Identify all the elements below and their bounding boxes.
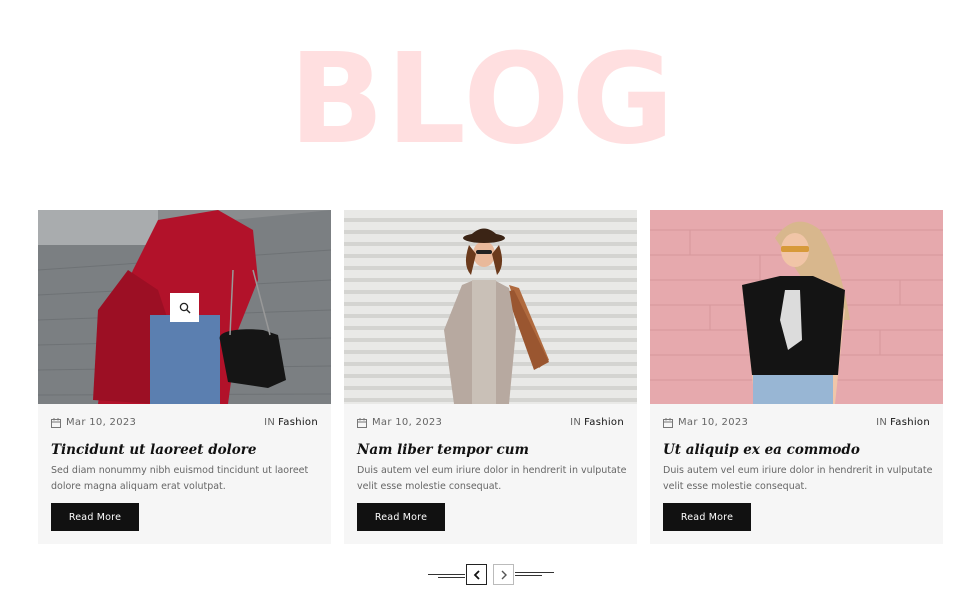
read-more-button[interactable]: Read More [51,503,139,531]
blog-card: Mar 10, 2023 IN Fashion Tincidunt ut laor… [38,210,331,544]
post-date: Mar 10, 2023 [357,417,442,428]
post-excerpt: Sed diam nonummy nibh euismod tincidunt … [51,465,309,492]
post-meta: Mar 10, 2023 IN Fashion [357,417,624,431]
page-title: BLOG [288,27,677,172]
read-more-button[interactable]: Read More [663,503,751,531]
calendar-icon [357,417,367,428]
blog-card: Mar 10, 2023 IN Fashion Ut aliquip ex ea … [650,210,943,544]
pager-line [515,575,542,576]
search-icon[interactable] [170,293,199,322]
post-meta: Mar 10, 2023 IN Fashion [663,417,930,431]
post-meta: Mar 10, 2023 IN Fashion [51,417,318,431]
post-title[interactable]: Nam liber tempor cum [357,442,629,458]
post-excerpt: Duis autem vel eum iriure dolor in hendr… [663,465,933,492]
prev-button[interactable] [466,564,487,585]
chevron-right-icon [501,570,507,579]
category-link[interactable]: Fashion [584,417,624,428]
read-more-button[interactable]: Read More [357,503,445,531]
calendar-icon [663,417,673,428]
post-date: Mar 10, 2023 [663,417,748,428]
post-category: IN Fashion [264,417,318,428]
blog-post-grid: Mar 10, 2023 IN Fashion Tincidunt ut laor… [38,210,944,544]
next-button[interactable] [493,564,514,585]
calendar-icon [51,417,61,428]
post-excerpt: Duis autem vel eum iriure dolor in hendr… [357,465,627,492]
post-date: Mar 10, 2023 [51,417,136,428]
post-title[interactable]: Tincidunt ut laoreet dolore [51,442,323,458]
pager-line [438,577,465,578]
category-link[interactable]: Fashion [890,417,930,428]
pagination [428,563,554,587]
post-image[interactable] [38,210,331,404]
chevron-left-icon [473,569,480,580]
post-title[interactable]: Ut aliquip ex ea commodo [663,442,935,458]
post-image[interactable] [344,210,637,404]
post-category: IN Fashion [570,417,624,428]
blog-card: Mar 10, 2023 IN Fashion Nam liber tempor … [344,210,637,544]
post-category: IN Fashion [876,417,930,428]
post-image[interactable] [650,210,943,404]
pager-line [428,574,465,575]
pager-line [515,572,554,573]
category-link[interactable]: Fashion [278,417,318,428]
